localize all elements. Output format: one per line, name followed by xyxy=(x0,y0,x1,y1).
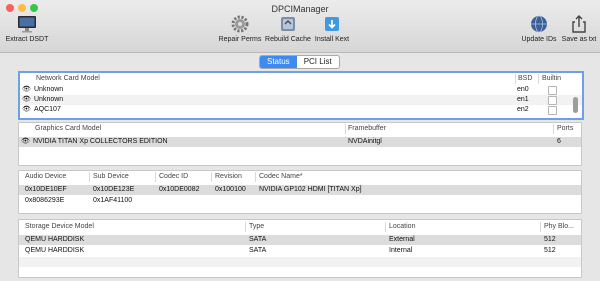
storage-type-header[interactable]: Type xyxy=(249,222,264,232)
graphics-framebuffer-cell: NVDAinitgl xyxy=(348,138,382,145)
audio-codec-id-header[interactable]: Codec ID xyxy=(159,172,188,182)
graphics-ports-header[interactable]: Ports xyxy=(557,124,573,134)
network-model-cell: Unknown xyxy=(34,86,64,93)
update-ids-button[interactable]: Update IDs xyxy=(519,14,559,43)
builtin-checkbox[interactable] xyxy=(548,86,557,95)
audio-codec-id-cell: 0x10DE0082 xyxy=(159,186,200,193)
column-divider xyxy=(540,222,541,232)
column-divider xyxy=(345,124,346,134)
repair-perms-label: Repair Perms xyxy=(218,36,262,43)
eye-icon[interactable]: 👁 xyxy=(22,95,31,105)
column-divider xyxy=(385,222,386,232)
install-kext-icon xyxy=(325,17,339,31)
storage-location-header[interactable]: Location xyxy=(389,222,415,232)
storage-table[interactable]: Storage Device Model Type Location Phy B… xyxy=(18,219,582,278)
graphics-ports-cell: 6 xyxy=(557,138,561,145)
audio-header-row: Audio Device Sub Device Codec ID Revisio… xyxy=(19,172,581,182)
graphics-model-cell: NVIDIA TITAN Xp COLLECTORS EDITION xyxy=(33,138,168,145)
monitor-icon xyxy=(18,16,36,33)
audio-device-cell: 0x8086293E xyxy=(25,197,65,204)
window-title: DPCIManager xyxy=(271,4,329,14)
graphics-framebuffer-header[interactable]: Framebuffer xyxy=(348,124,386,134)
storage-location-cell: External xyxy=(389,236,415,243)
eye-icon[interactable]: 👁 xyxy=(22,85,31,95)
column-divider xyxy=(89,172,90,182)
column-divider xyxy=(255,172,256,182)
storage-header-row: Storage Device Model Type Location Phy B… xyxy=(19,222,581,232)
rebuild-cache-button[interactable]: Rebuild Cache xyxy=(264,14,312,43)
storage-phy-block-cell: 512 xyxy=(544,236,556,243)
update-ids-label: Update IDs xyxy=(521,36,557,43)
table-row[interactable]: 👁 NVIDIA TITAN Xp COLLECTORS EDITION NVD… xyxy=(19,137,581,147)
network-table[interactable]: Network Card Model BSD Builtin 👁 Unknown… xyxy=(18,71,584,120)
network-bsd-cell: en2 xyxy=(517,106,529,113)
audio-codec-name-header[interactable]: Codec Name* xyxy=(259,172,303,182)
network-bsd-cell: en1 xyxy=(517,96,529,103)
audio-device-header[interactable]: Audio Device xyxy=(25,172,66,182)
table-row[interactable]: QEMU HARDDISK SATA Internal 512 xyxy=(19,246,581,256)
audio-sub-device-cell: 0x1AF41100 xyxy=(93,197,133,204)
network-scrollbar[interactable] xyxy=(573,97,578,113)
graphics-header-row: Graphics Card Model Framebuffer Ports xyxy=(19,124,581,134)
table-row[interactable]: 0x8086293E 0x1AF41100 xyxy=(19,196,581,206)
column-divider xyxy=(211,172,212,182)
tab-status[interactable]: Status xyxy=(260,56,297,68)
audio-sub-device-header[interactable]: Sub Device xyxy=(93,172,129,182)
storage-location-cell: Internal xyxy=(389,247,413,254)
storage-model-cell: QEMU HARDDISK xyxy=(25,236,85,243)
table-row[interactable]: QEMU HARDDISK SATA External 512 xyxy=(19,235,581,245)
table-row xyxy=(19,257,581,267)
graphics-model-header[interactable]: Graphics Card Model xyxy=(35,124,101,134)
column-divider xyxy=(538,74,539,84)
table-row[interactable]: 👁 AQC107 en2 xyxy=(20,105,582,115)
globe-icon xyxy=(531,15,547,33)
share-icon xyxy=(572,15,586,33)
network-model-cell: Unknown xyxy=(34,96,64,103)
graphics-table[interactable]: Graphics Card Model Framebuffer Ports 👁 … xyxy=(18,122,582,166)
eye-icon[interactable]: 👁 xyxy=(22,105,31,115)
cache-icon xyxy=(281,17,295,31)
storage-model-cell: QEMU HARDDISK xyxy=(25,247,85,254)
column-divider xyxy=(245,222,246,232)
audio-sub-device-cell: 0x10DE123E xyxy=(93,186,135,193)
audio-device-cell: 0x10DE10EF xyxy=(25,186,67,193)
storage-type-cell: SATA xyxy=(249,236,267,243)
storage-model-header[interactable]: Storage Device Model xyxy=(25,222,94,232)
rebuild-cache-label: Rebuild Cache xyxy=(265,36,311,43)
install-kext-button[interactable]: Install Kext xyxy=(313,14,351,43)
network-model-cell: AQC107 xyxy=(34,106,61,113)
save-as-txt-label: Save as txt xyxy=(561,36,597,43)
column-divider xyxy=(553,124,554,134)
view-tabs: Status PCI List xyxy=(259,55,340,69)
extract-dsdt-button[interactable]: Extract DSDT xyxy=(4,14,50,43)
install-kext-label: Install Kext xyxy=(314,36,350,43)
network-header-row: Network Card Model BSD Builtin xyxy=(20,74,582,84)
network-model-header[interactable]: Network Card Model xyxy=(36,74,100,84)
table-row[interactable]: 👁 Unknown en1 xyxy=(20,95,582,105)
audio-codec-name-cell: NVIDIA GP102 HDMI [TITAN Xp] xyxy=(259,186,362,193)
storage-phy-block-cell: 512 xyxy=(544,247,556,254)
storage-phy-block-header[interactable]: Phy Blo... xyxy=(544,222,574,232)
column-divider xyxy=(155,172,156,182)
audio-revision-header[interactable]: Revision xyxy=(215,172,242,182)
builtin-checkbox[interactable] xyxy=(548,106,557,115)
audio-revision-cell: 0x100100 xyxy=(215,186,246,193)
network-bsd-cell: en0 xyxy=(517,86,529,93)
table-row[interactable]: 0x10DE10EF 0x10DE123E 0x10DE0082 0x10010… xyxy=(19,185,581,195)
column-divider xyxy=(515,74,516,84)
network-bsd-header[interactable]: BSD xyxy=(518,74,532,84)
audio-table[interactable]: Audio Device Sub Device Codec ID Revisio… xyxy=(18,170,582,214)
repair-perms-button[interactable]: Repair Perms xyxy=(217,14,263,43)
table-row[interactable]: 👁 Unknown en0 xyxy=(20,85,582,95)
gear-icon xyxy=(231,15,249,33)
network-builtin-header[interactable]: Builtin xyxy=(542,74,561,84)
extract-dsdt-label: Extract DSDT xyxy=(5,36,49,43)
storage-type-cell: SATA xyxy=(249,247,267,254)
toolbar: DPCIManager Extract DSDT Repair Perms Re… xyxy=(0,0,600,53)
tab-pci-list[interactable]: PCI List xyxy=(297,56,339,68)
eye-icon[interactable]: 👁 xyxy=(21,137,30,147)
builtin-checkbox[interactable] xyxy=(548,96,557,105)
save-as-txt-button[interactable]: Save as txt xyxy=(560,14,598,43)
